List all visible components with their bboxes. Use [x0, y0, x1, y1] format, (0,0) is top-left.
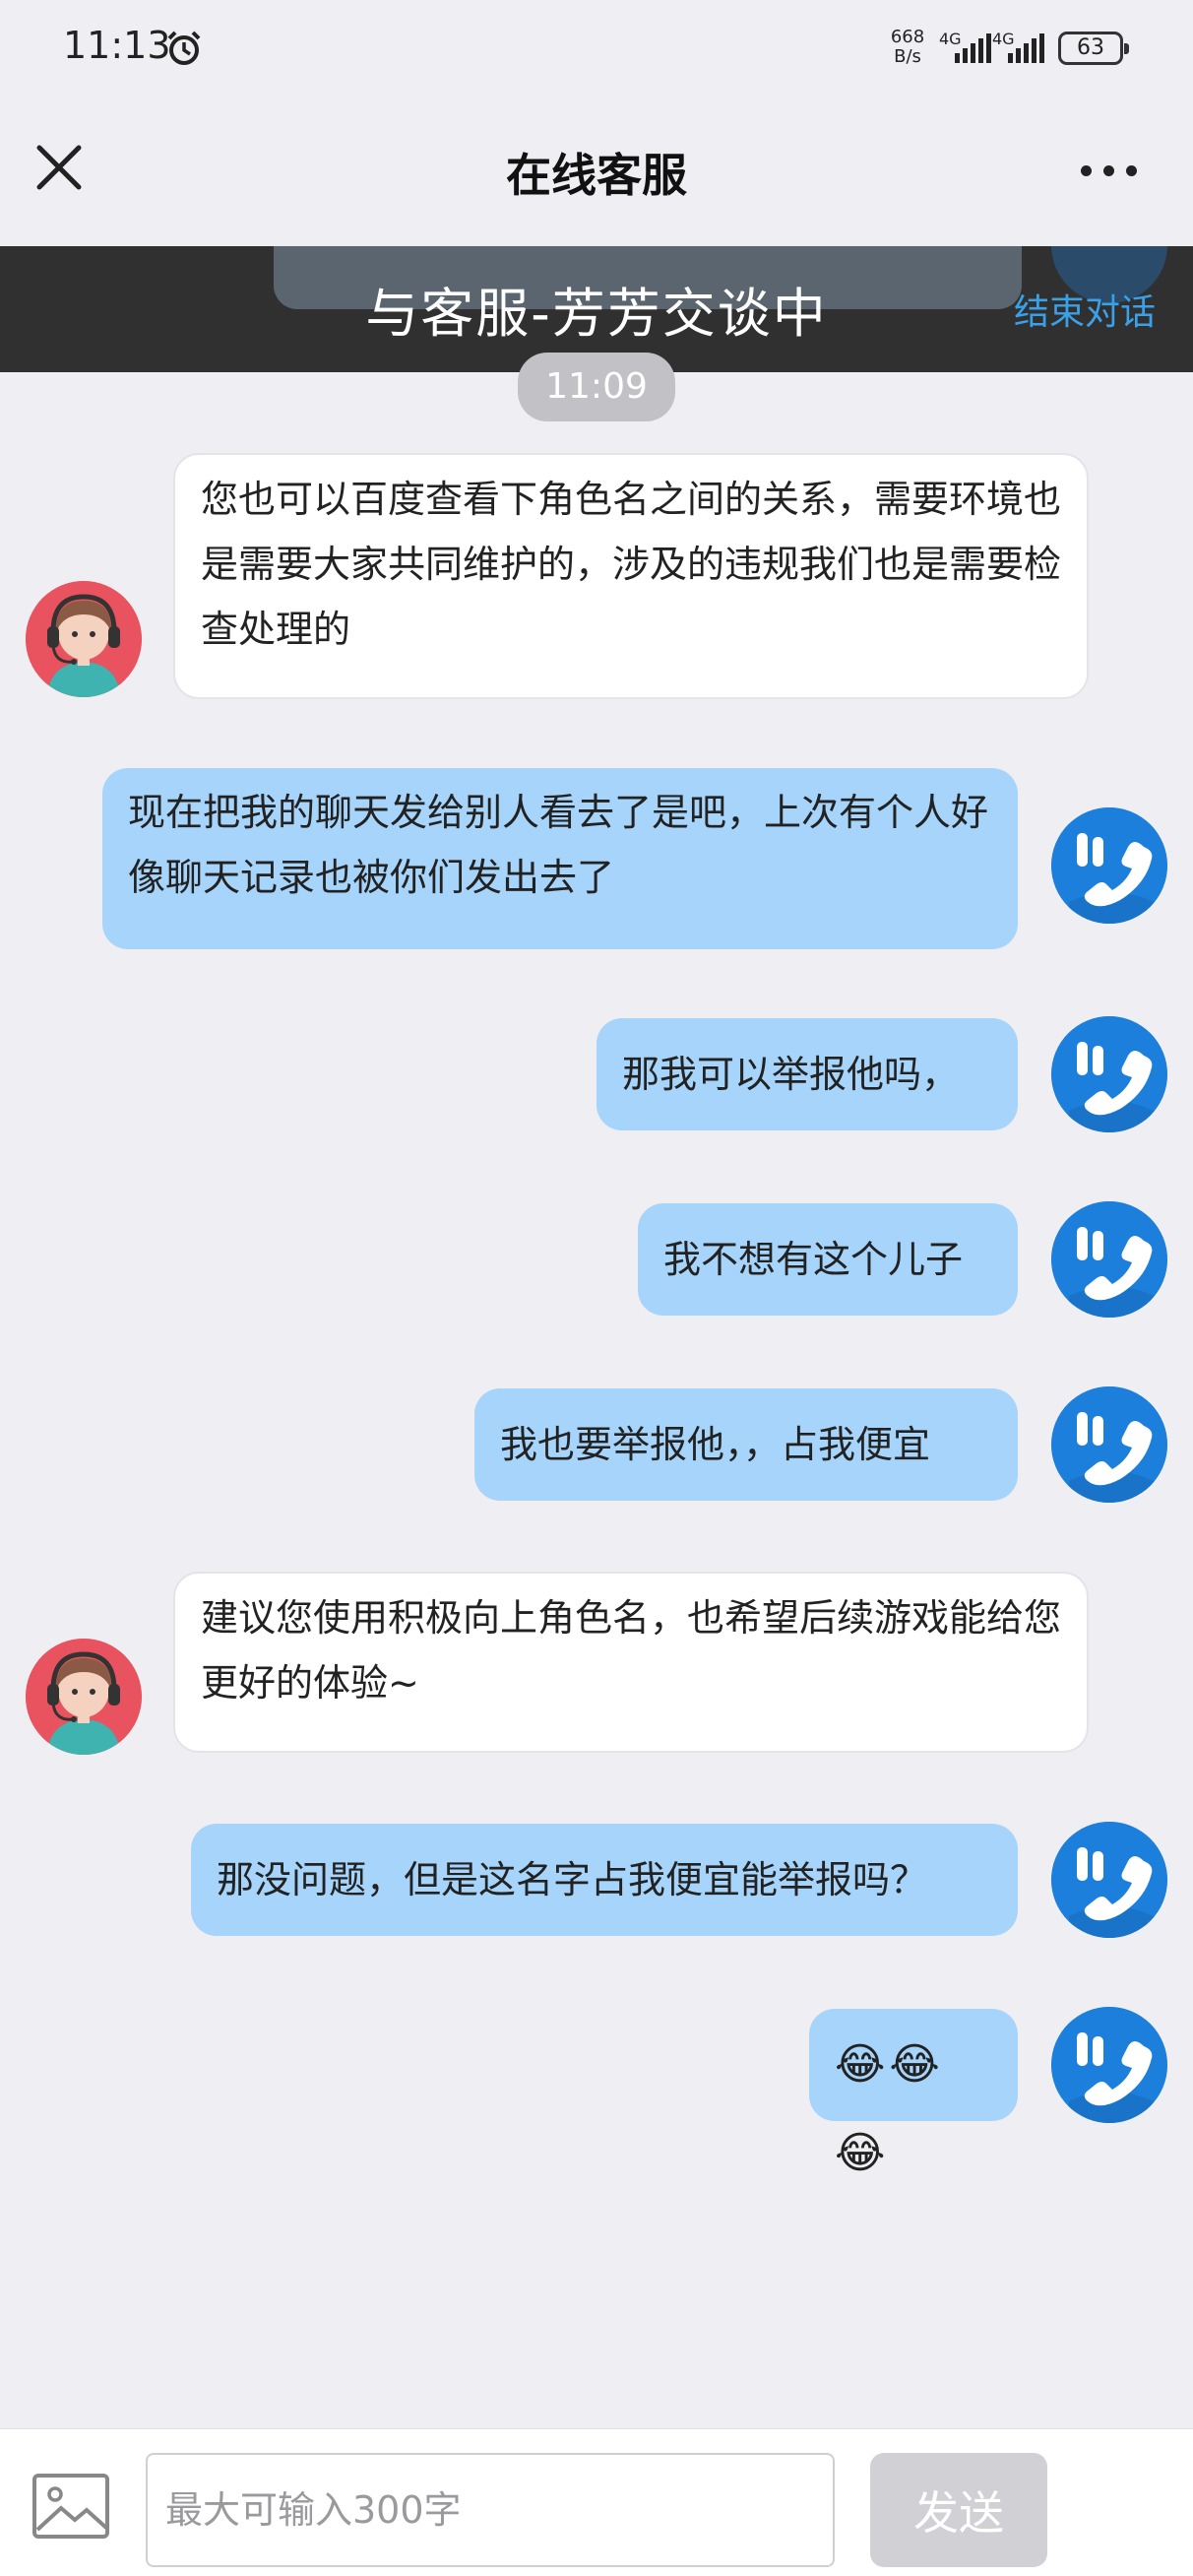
headset-agent-icon — [26, 581, 142, 697]
message-row: 我也要举报他，，占我便宜 — [0, 1386, 1193, 1503]
net-speed-value: 668 — [890, 27, 925, 47]
signal-bars-icon — [1008, 33, 1044, 63]
send-button[interactable]: 发送 — [870, 2453, 1047, 2567]
signal-bars-icon — [955, 33, 991, 63]
phone-hand-icon — [1051, 807, 1167, 924]
phone-hand-icon — [1051, 2007, 1167, 2123]
agent-message-bubble: 您也可以百度查看下角色名之间的关系，需要环境也是需要大家共同维护的，涉及的违规我… — [173, 453, 1089, 699]
user-message-bubble: 我也要举报他，，占我便宜 — [474, 1388, 1018, 1501]
phone-hand-icon — [1051, 1016, 1167, 1132]
message-row: 那没问题，但是这名字占我便宜能举报吗？ — [0, 1822, 1193, 1938]
input-bar: 发送 — [0, 2428, 1193, 2576]
end-chat-button[interactable]: 结束对话 — [1014, 284, 1156, 335]
alarm-icon — [167, 31, 201, 65]
message-input[interactable] — [146, 2453, 835, 2567]
status-time: 11:13 — [63, 24, 171, 67]
user-message-bubble: 那没问题，但是这名字占我便宜能举报吗？ — [191, 1824, 1018, 1936]
net-speed-unit: B/s — [894, 46, 921, 67]
message-row: 那我可以举报他吗， — [0, 1016, 1193, 1132]
headset-agent-icon — [26, 1639, 142, 1755]
message-row: 我不想有这个儿子 — [0, 1201, 1193, 1318]
agent-message-bubble: 建议您使用积极向上角色名，也希望后续游戏能给您更好的体验~ — [173, 1572, 1089, 1753]
net-speed: 668 B/s — [888, 28, 927, 67]
more-dots-icon[interactable] — [1075, 148, 1144, 187]
message-row: 现在把我的聊天发给别人看去了是吧，上次有个人好像聊天记录也被你们发出去了 — [0, 768, 1193, 949]
battery-indicator: 63 — [1058, 32, 1129, 65]
message-row: 😂😂😂 — [0, 2007, 1193, 2178]
image-icon[interactable] — [31, 2473, 110, 2540]
user-emoji-bubble: 😂😂😂 — [809, 2009, 1018, 2178]
status-bar: 11:13 668 B/s 4G 4G 63 — [0, 0, 1193, 98]
user-message-bubble: 我不想有这个儿子 — [638, 1203, 1018, 1316]
phone-hand-icon — [1051, 1822, 1167, 1938]
app-header: 在线客服 — [0, 98, 1193, 246]
signal-strength-1: 4G — [939, 30, 996, 65]
message-row: 您也可以百度查看下角色名之间的关系，需要环境也是需要大家共同维护的，涉及的违规我… — [0, 453, 1193, 699]
page-title: 在线客服 — [506, 149, 687, 202]
phone-hand-icon — [1051, 1386, 1167, 1503]
signal-strength-2: 4G — [992, 30, 1049, 65]
message-row: 建议您使用积极向上角色名，也希望后续游戏能给您更好的体验~ — [0, 1572, 1193, 1755]
user-message-bubble: 那我可以举报他吗， — [596, 1018, 1018, 1130]
timestamp-chip: 11:09 — [518, 353, 675, 421]
phone-hand-icon — [1051, 1201, 1167, 1318]
user-message-bubble: 现在把我的聊天发给别人看去了是吧，上次有个人好像聊天记录也被你们发出去了 — [102, 768, 1018, 949]
